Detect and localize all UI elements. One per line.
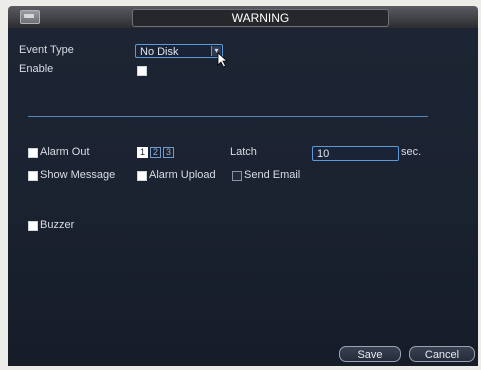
enable-label: Enable bbox=[19, 63, 54, 75]
buzzer-checkbox[interactable] bbox=[28, 221, 38, 231]
send-email-checkbox[interactable] bbox=[232, 171, 242, 181]
window-icon bbox=[20, 10, 40, 24]
dialog-title: WARNING bbox=[132, 9, 389, 27]
alarm-channel-2[interactable]: 2 bbox=[150, 147, 161, 158]
event-type-select[interactable]: No Disk ▾ bbox=[135, 44, 223, 58]
title-bar: WARNING bbox=[8, 6, 478, 28]
alarm-upload-checkbox[interactable] bbox=[137, 171, 147, 181]
buzzer-label: Buzzer bbox=[40, 219, 75, 231]
show-message-label: Show Message bbox=[40, 169, 116, 181]
event-type-value: No Disk bbox=[140, 46, 179, 58]
enable-checkbox[interactable] bbox=[137, 66, 147, 76]
alarm-channel-1[interactable]: 1 bbox=[137, 147, 148, 158]
alarm-out-checkbox[interactable] bbox=[28, 148, 38, 158]
latch-label: Latch bbox=[230, 146, 257, 158]
warning-dialog: WARNING Event Type No Disk ▾ Enable Alar… bbox=[0, 0, 481, 370]
latch-unit: sec. bbox=[401, 146, 422, 158]
event-type-label: Event Type bbox=[19, 44, 74, 56]
send-email-label: Send Email bbox=[244, 169, 301, 181]
alarm-channel-3[interactable]: 3 bbox=[163, 147, 174, 158]
show-message-checkbox[interactable] bbox=[28, 171, 38, 181]
alarm-out-label: Alarm Out bbox=[40, 146, 90, 158]
mouse-cursor-icon bbox=[217, 52, 229, 68]
settings-panel: Event Type No Disk ▾ Enable Alarm Out 1 … bbox=[8, 28, 478, 366]
section-divider bbox=[28, 116, 428, 117]
alarm-upload-label: Alarm Upload bbox=[149, 169, 216, 181]
latch-input[interactable]: 10 bbox=[312, 146, 399, 161]
save-button[interactable]: Save bbox=[339, 346, 401, 362]
cancel-button[interactable]: Cancel bbox=[409, 346, 475, 362]
